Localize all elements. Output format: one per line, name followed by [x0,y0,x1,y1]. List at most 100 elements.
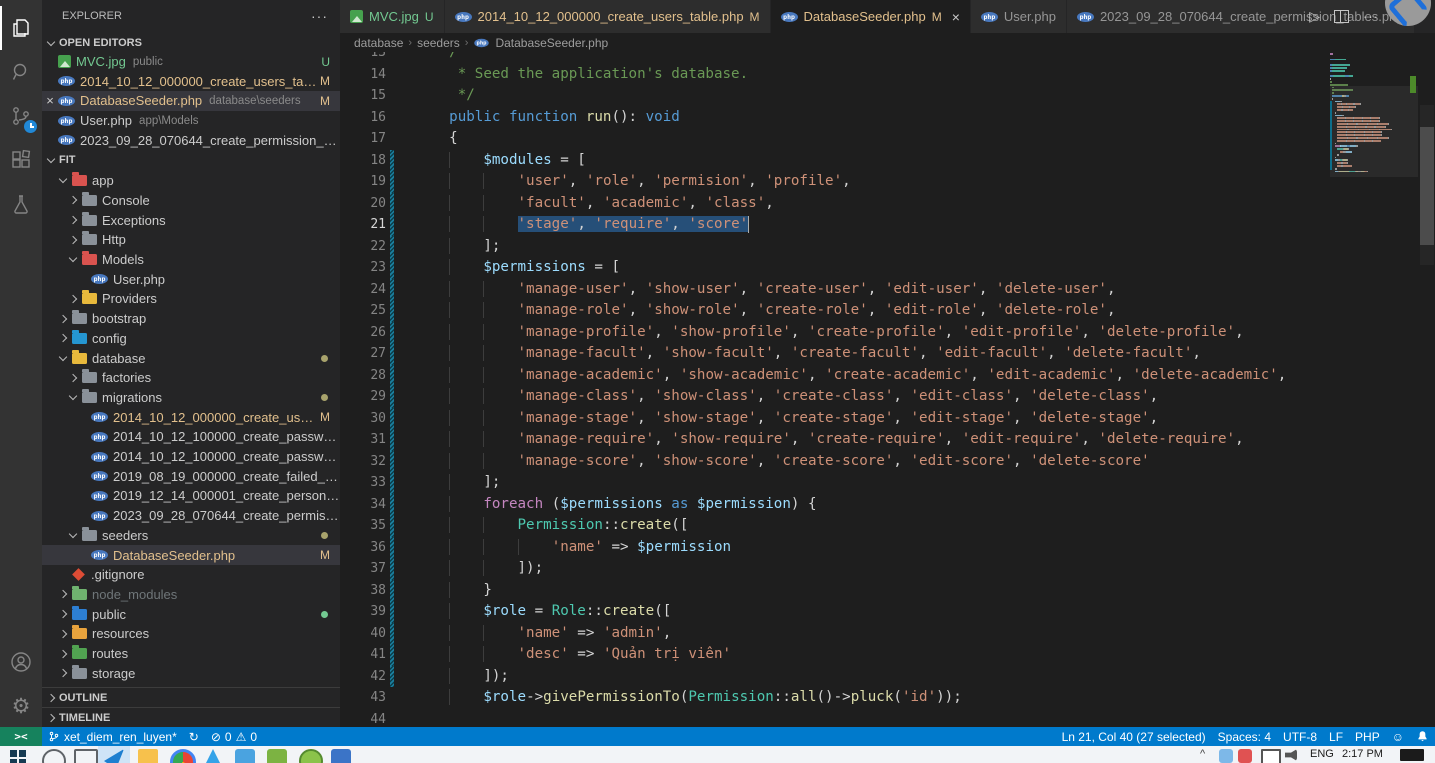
gutter-modified-indicator [390,429,394,451]
scrollbar-thumb[interactable] [1420,127,1434,245]
settings-gear-icon[interactable]: ⚙ [0,684,42,728]
close-icon[interactable]: × [952,9,960,25]
tree-item-2019-08-19-000000-create-failed-jobs-tabl-[interactable]: php2019_08_19_000000_create_failed_jobs_… [42,467,340,487]
language-indicator[interactable]: ENG [1310,748,1334,760]
tree-item-routes[interactable]: routes [42,644,340,664]
breadcrumb-file[interactable]: DatabaseSeeder.php [495,36,608,50]
token: , [748,173,765,189]
project-section-header[interactable]: FIT [42,150,340,170]
tab-databaseseeder-php[interactable]: phpDatabaseSeeder.phpM× [771,0,970,33]
statusbar-encoding[interactable]: UTF-8 [1277,727,1323,746]
code-text: 'manage-profile', 'show-profile', 'creat… [415,322,1244,344]
tree-item--gitignore[interactable]: .gitignore [42,565,340,585]
uc-app-icon[interactable] [299,749,323,763]
remote-indicator[interactable]: >< [0,727,42,746]
notifications-bell-icon[interactable] [1410,727,1435,746]
tree-item-2014-10-12-100000-create-password-reset-[interactable]: php2014_10_12_100000_create_password_res… [42,427,340,447]
open-editor-item[interactable]: ×phpDatabaseSeeder.phpdatabase\seedersM [42,91,340,111]
statusbar-eol[interactable]: LF [1323,727,1349,746]
tray-app-icon[interactable] [1219,749,1233,763]
tab-mvc-jpg[interactable]: MVC.jpgU [340,0,444,33]
tree-item-http[interactable]: Http [42,230,340,250]
code-editor[interactable]: 13 /**14 * Seed the application's databa… [340,52,1435,727]
timeline-section-header[interactable]: TIMELINE [42,707,340,727]
explorer-icon[interactable] [0,6,42,50]
statusbar-indentation[interactable]: Spaces: 4 [1212,727,1277,746]
tree-item-exceptions[interactable]: Exceptions [42,210,340,230]
warning-icon: ⚠ [236,730,247,744]
tree-item-storage[interactable]: storage [42,664,340,684]
tray-monitor-icon[interactable] [1261,749,1281,763]
tree-item-config[interactable]: config [42,329,340,349]
tree-item-user-php[interactable]: phpUser.php [42,270,340,290]
search-icon[interactable] [0,50,42,94]
tab-2014-10-12-000000-create-users-table-php[interactable]: php2014_10_12_000000_create_users_table.… [445,0,770,33]
account-icon[interactable] [0,640,42,684]
feedback-icon[interactable]: ☺ [1386,727,1410,746]
tree-item-bootstrap[interactable]: bootstrap [42,309,340,329]
tree-item-migrations[interactable]: migrations [42,388,340,408]
app-blue-icon[interactable] [331,749,351,763]
split-editor-icon[interactable] [1334,10,1349,23]
token: , [970,367,987,383]
file-explorer-icon[interactable] [138,749,158,763]
sync-changes-button[interactable]: ↻ [183,727,205,746]
chrome-icon[interactable] [170,749,196,763]
testing-icon[interactable] [0,182,42,226]
tree-item-console[interactable]: Console [42,191,340,211]
statusbar-cursor-position[interactable]: Ln 21, Col 40 (27 selected) [1056,727,1212,746]
tree-item-models[interactable]: Models [42,250,340,270]
app-triangle-icon[interactable] [203,749,223,763]
task-view-icon[interactable] [74,749,98,763]
source-control-icon[interactable] [0,94,42,138]
git-branch-item[interactable]: xet_diem_ren_luyen* [42,727,183,746]
tree-item-providers[interactable]: Providers [42,289,340,309]
run-code-icon[interactable]: ▷ [1309,8,1320,25]
tree-item-node-modules[interactable]: node_modules [42,585,340,605]
explorer-more-actions-icon[interactable]: ··· [311,8,328,24]
tray-expand-icon[interactable]: ^ [1200,748,1205,760]
volume-icon[interactable] [1285,749,1297,761]
terminal-app-icon[interactable] [267,749,287,763]
clock[interactable]: 2:17 PM [1342,748,1383,760]
token: , [1013,453,1030,469]
open-editors-section-header[interactable]: OPEN EDITORS [42,33,340,53]
tree-item-resources[interactable]: resources [42,624,340,644]
tree-item-app[interactable]: app [42,171,340,191]
tree-item-2019-12-14-000001-create-personal-acces-[interactable]: php2019_12_14_000001_create_personal_acc… [42,486,340,506]
modified-dot [321,355,328,362]
token: 'create-require' [808,431,945,447]
token: givePermissionTo [543,689,680,705]
minimap-slider[interactable] [1330,86,1418,177]
statusbar-language-mode[interactable]: PHP [1349,727,1386,746]
extensions-icon[interactable] [0,138,42,182]
tray-mail-icon[interactable] [1238,749,1252,763]
more-actions-icon[interactable]: ··· [1363,9,1379,24]
php-file-icon: php [981,12,998,22]
breadcrumb[interactable]: database›seeders›phpDatabaseSeeder.php [340,33,1435,52]
show-desktop-thumbnail[interactable] [1400,749,1424,761]
open-editor-item[interactable]: MVC.jpgpublicU [42,52,340,72]
breadcrumb-part[interactable]: seeders [417,36,460,50]
breadcrumb-part[interactable]: database [354,36,403,50]
gutter-modified-indicator [390,300,394,322]
problems-indicator[interactable]: ⊘ 0 ⚠ 0 [205,727,263,746]
open-editor-item[interactable]: phpUser.phpapp\Models [42,111,340,131]
app-window-icon[interactable] [235,749,255,763]
open-editor-item[interactable]: php2014_10_12_000000_create_users_table.… [42,72,340,92]
tab-user-php[interactable]: phpUser.php [971,0,1066,33]
tree-item-databaseseeder-php[interactable]: phpDatabaseSeeder.phpM [42,545,340,565]
tree-item-seeders[interactable]: seeders [42,526,340,546]
tree-item-2014-10-12-100000-create-password-reset-[interactable]: php2014_10_12_100000_create_password_res… [42,447,340,467]
open-editor-item[interactable]: php2023_09_28_070644_create_permission_t… [42,130,340,150]
tree-item-2023-09-28-070644-create-permission-tab-[interactable]: php2023_09_28_070644_create_permission_t… [42,506,340,526]
search-taskbar-icon[interactable] [42,749,66,763]
folder-icon-app [72,175,87,186]
tree-item-factories[interactable]: factories [42,368,340,388]
outline-section-header[interactable]: OUTLINE [42,687,340,708]
tree-item-public[interactable]: public [42,604,340,624]
start-button-icon[interactable] [10,750,26,763]
close-icon[interactable]: × [42,93,58,108]
tree-item-2014-10-12-000000-create-users-tab-[interactable]: php2014_10_12_000000_create_users_tab...… [42,407,340,427]
tree-item-database[interactable]: database [42,348,340,368]
